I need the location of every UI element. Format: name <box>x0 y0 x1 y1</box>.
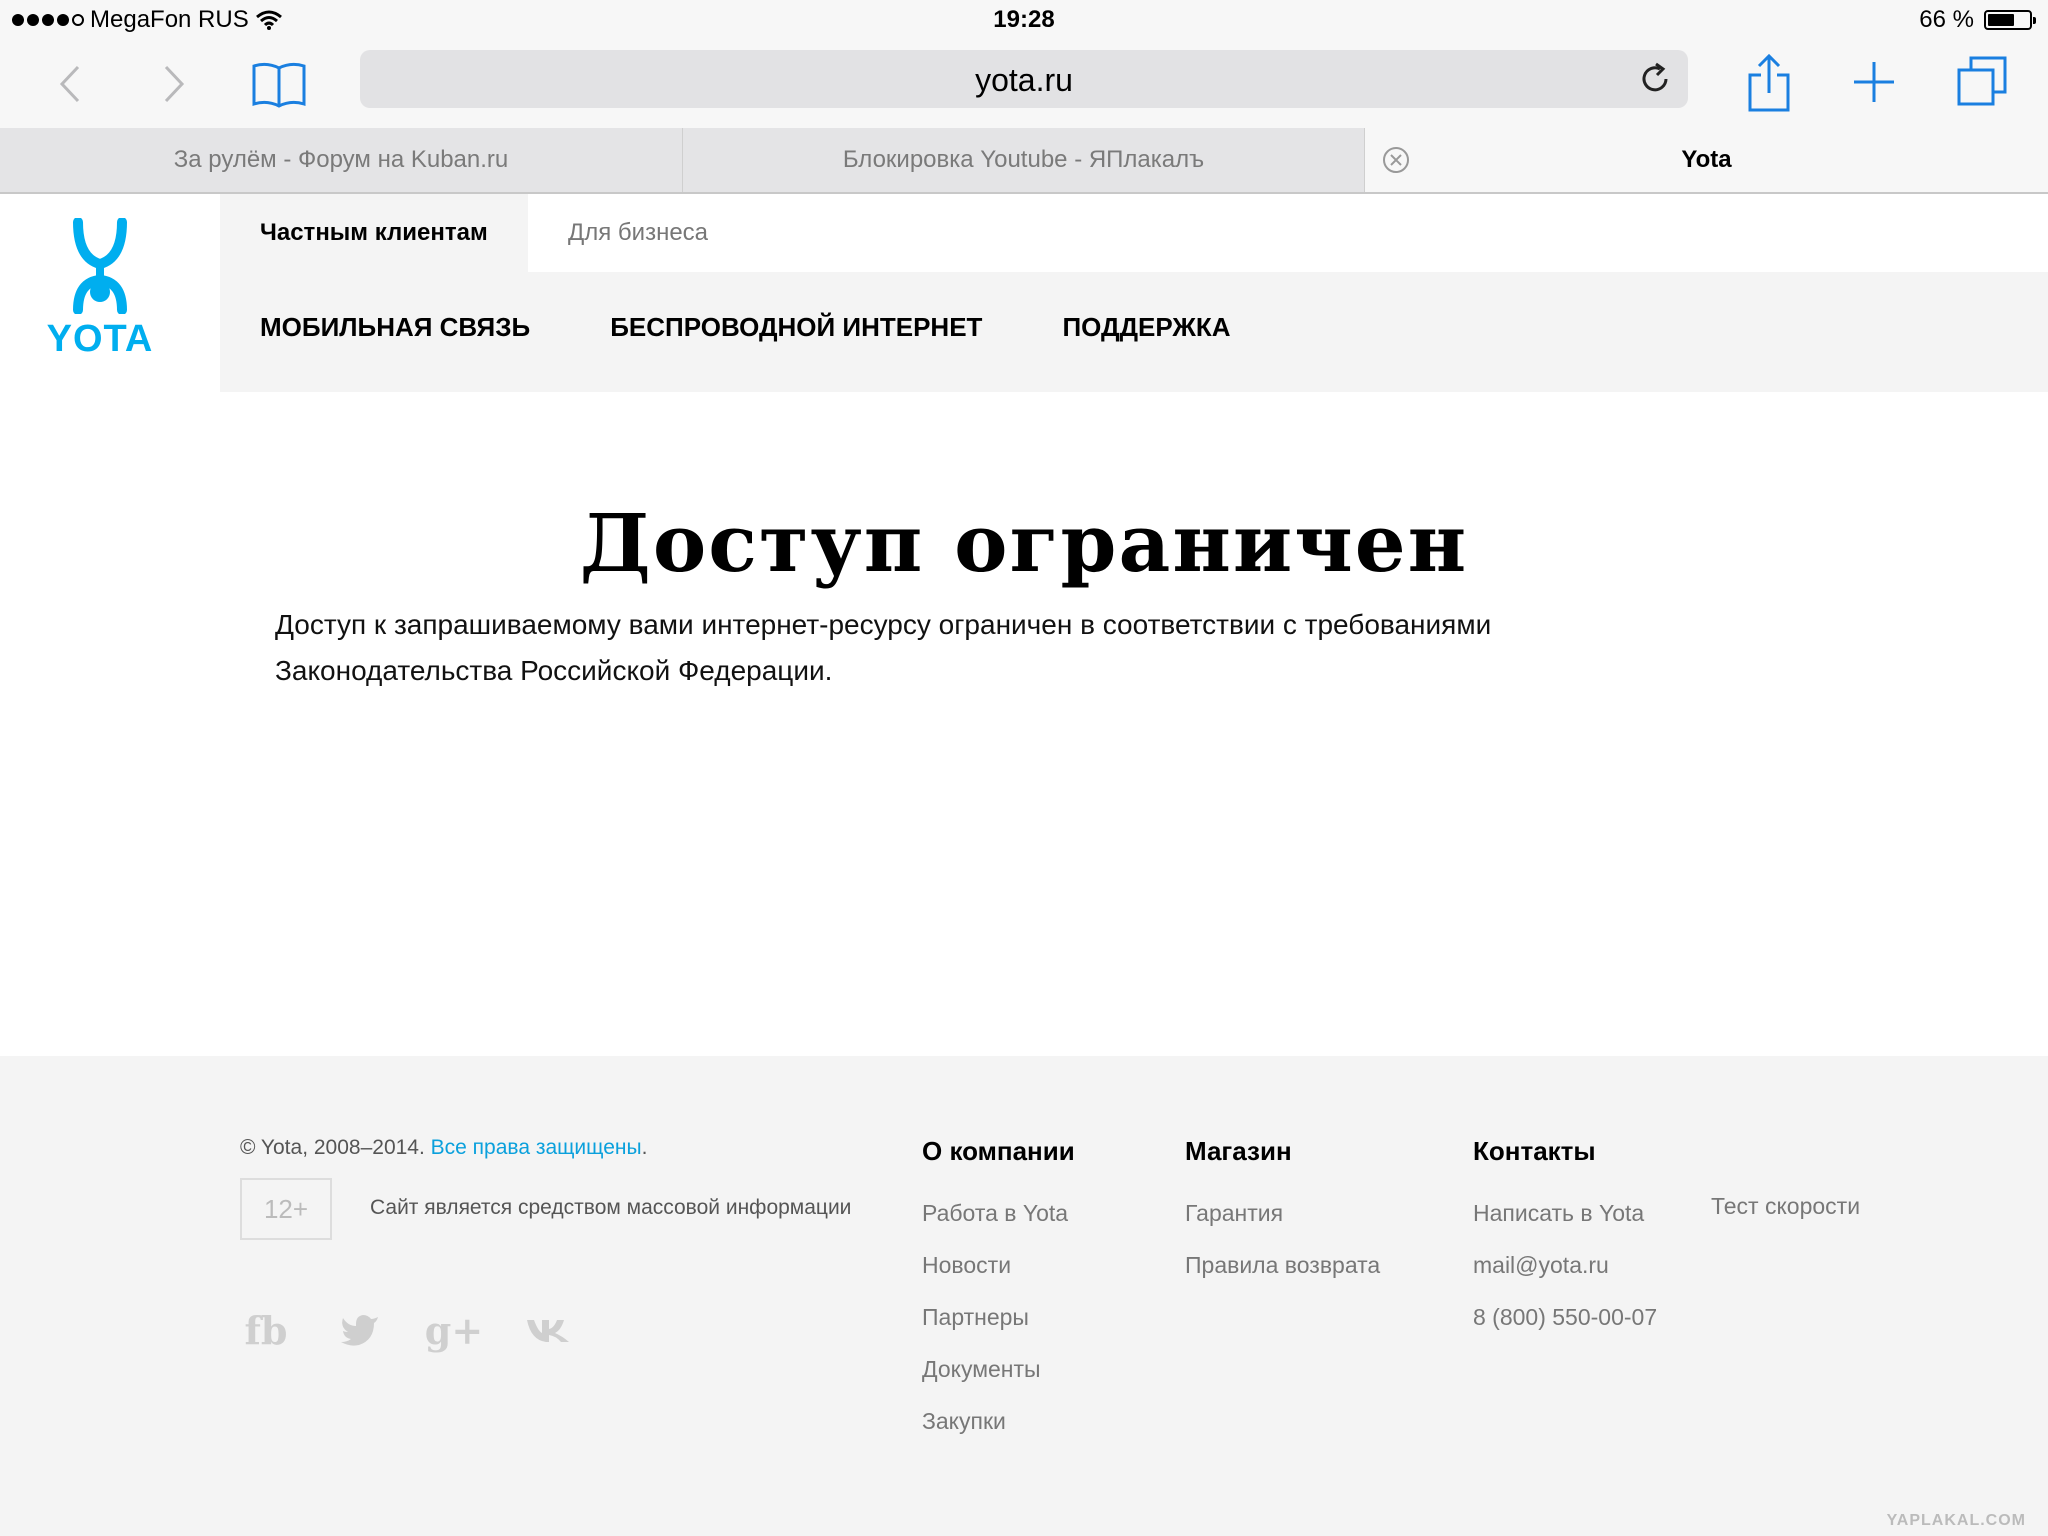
segment-label: Для бизнеса <box>568 219 709 246</box>
url-text: yota.ru <box>975 62 1073 98</box>
status-bar: MegaFon RUS 19:28 66 % <box>0 0 2048 42</box>
nav-support[interactable]: Поддержка <box>1062 312 1230 343</box>
segment-private-clients[interactable]: Частным клиентам <box>220 194 528 272</box>
footer-col-shop: Магазин Гарантия Правила возврата <box>1185 1136 1380 1291</box>
footer-heading: Магазин <box>1185 1136 1292 1166</box>
footer-col-extra: Тест скорости <box>1711 1180 1860 1232</box>
rights-link[interactable]: Все права защищены <box>431 1136 642 1159</box>
message-line: Доступ к запрашиваемому вами интернет-ре… <box>275 609 1492 640</box>
facebook-icon[interactable]: fb <box>240 1304 292 1356</box>
chevron-right-icon <box>164 65 185 103</box>
footer-link[interactable]: Правила возврата <box>1185 1239 1380 1291</box>
tab-title: Yota <box>1681 146 1732 173</box>
address-bar[interactable]: yota.ru <box>360 50 1688 108</box>
footer-link[interactable]: Гарантия <box>1185 1187 1380 1239</box>
message-line: Законодательства Российской Федерации. <box>275 655 833 686</box>
browser-toolbar: yota.ru <box>0 42 2048 128</box>
social-links: fb g+ <box>240 1304 574 1356</box>
nav-mobile[interactable]: Мобильная связь <box>260 312 530 343</box>
main-nav: Мобильная связь Беспроводной интернет По… <box>260 312 1231 343</box>
plus-icon <box>1854 62 1894 102</box>
footer-link[interactable]: 8 (800) 550-00-07 <box>1473 1291 1657 1343</box>
footer-link[interactable]: Тест скорости <box>1711 1180 1860 1232</box>
copyright: © Yota, 2008–2014. Все права защищены. <box>240 1136 647 1160</box>
tab-yota[interactable]: Yota <box>1365 128 2048 192</box>
yota-brand-text: YOTA <box>46 318 154 360</box>
age-rating-badge: 12+ <box>240 1178 332 1240</box>
segment-business[interactable]: Для бизнеса <box>528 194 2048 272</box>
media-notice: Сайт является средством массовой информа… <box>370 1196 852 1219</box>
tab-title: Блокировка Youtube - ЯПлакалъ <box>842 146 1205 173</box>
site-navigation: Частным клиентам Для бизнеса Мобильная с… <box>220 194 2048 392</box>
chevron-left-icon <box>59 65 80 103</box>
reload-icon <box>1642 62 1668 92</box>
footer-link[interactable]: Документы <box>922 1343 1075 1395</box>
battery-icon <box>1984 10 2036 30</box>
page-title: Доступ ограничен <box>579 496 1469 590</box>
book-icon <box>252 62 306 108</box>
bookmarks-button[interactable] <box>250 56 308 112</box>
footer-link[interactable]: Работа в Yota <box>922 1187 1075 1239</box>
tab-yaplakal[interactable]: Блокировка Youtube - ЯПлакалъ <box>683 128 1365 192</box>
footer-heading: О компании <box>922 1136 1075 1166</box>
footer-link[interactable]: Написать в Yota <box>1473 1187 1657 1239</box>
reload-button[interactable] <box>1636 60 1674 98</box>
tab-title: За рулём - Форум на Kuban.ru <box>173 146 509 173</box>
clock: 19:28 <box>993 6 1055 33</box>
footer-heading: Контакты <box>1473 1136 1596 1166</box>
tab-strip: За рулём - Форум на Kuban.ru Блокировка … <box>0 128 2048 194</box>
footer-link[interactable]: mail@yota.ru <box>1473 1239 1657 1291</box>
tab-kuban[interactable]: За рулём - Форум на Kuban.ru <box>0 128 683 192</box>
restriction-message: Доступ к запрашиваемому вами интернет-ре… <box>275 602 1595 694</box>
footer-link[interactable]: Новости <box>922 1239 1075 1291</box>
main-content: Доступ ограничен Доступ к запрашиваемому… <box>0 392 2048 1056</box>
footer-col-company: О компании Работа в Yota Новости Партнер… <box>922 1136 1075 1447</box>
tab-close-button[interactable] <box>1381 145 1411 175</box>
google-plus-icon[interactable]: g+ <box>425 1304 483 1356</box>
tabs-icon <box>1957 56 2007 106</box>
back-button[interactable] <box>50 62 90 106</box>
site-header: YOTA Частным клиентам Для бизнеса Мобиль… <box>0 194 2048 392</box>
vk-icon[interactable] <box>522 1304 574 1356</box>
yota-logo-icon <box>73 218 127 314</box>
battery-percent: 66 % <box>1919 6 1974 33</box>
copyright-text: © Yota, 2008–2014. <box>240 1136 431 1159</box>
twitter-icon[interactable] <box>334 1304 386 1356</box>
site-footer: © Yota, 2008–2014. Все права защищены. 1… <box>0 1056 2048 1536</box>
footer-link[interactable]: Закупки <box>922 1395 1075 1447</box>
tabs-overview-button[interactable] <box>1954 52 2010 110</box>
forward-button[interactable] <box>154 62 194 106</box>
status-right: 66 % <box>1919 6 2036 34</box>
watermark: YAPLAKAL.COM <box>1886 1512 2026 1529</box>
share-icon <box>1748 53 1790 112</box>
yota-logo[interactable]: YOTA <box>0 194 220 392</box>
footer-link[interactable]: Партнеры <box>922 1291 1075 1343</box>
share-button[interactable] <box>1744 50 1794 116</box>
nav-wireless-internet[interactable]: Беспроводной интернет <box>610 312 982 343</box>
segment-label: Частным клиентам <box>260 219 488 246</box>
footer-col-contacts: Контакты Написать в Yota mail@yota.ru 8 … <box>1473 1136 1657 1343</box>
close-icon <box>1383 147 1409 173</box>
copyright-period: . <box>641 1136 648 1159</box>
new-tab-button[interactable] <box>1850 56 1898 108</box>
